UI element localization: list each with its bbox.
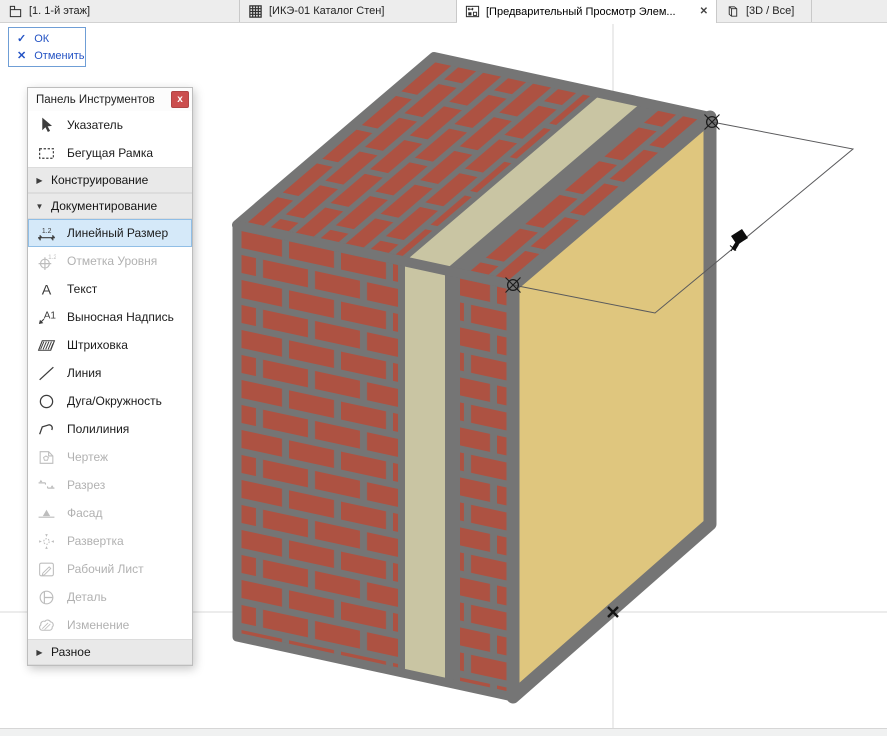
- tab-wall-catalog[interactable]: [ИКЭ-01 Каталог Стен]: [240, 0, 457, 22]
- pointer-icon: [37, 116, 56, 135]
- tool-item-interior-elevation: Развертка: [28, 527, 192, 555]
- polyline-icon: [37, 420, 56, 439]
- tab-label: [Предварительный Просмотр Элем...: [486, 5, 676, 18]
- section-misc[interactable]: ▶ Разное: [28, 639, 192, 665]
- tool-item-fill[interactable]: Штриховка: [28, 331, 192, 359]
- tool-item-label: Линия: [67, 366, 102, 380]
- tab-element-preview[interactable]: [Предварительный Просмотр Элем... ✕: [457, 0, 717, 23]
- tool-item-arc-circle[interactable]: Дуга/Окружность: [28, 387, 192, 415]
- chevron-right-icon: ▶: [36, 175, 43, 185]
- tool-item-elevation: Фасад: [28, 499, 192, 527]
- tool-item-detail: Деталь: [28, 583, 192, 611]
- section-marker-icon: [37, 476, 56, 495]
- chevron-down-icon: ▼: [35, 201, 44, 211]
- section-label: Конструирование: [51, 173, 149, 187]
- check-icon: ✓: [17, 33, 27, 45]
- 3d-view-icon: [725, 4, 740, 19]
- tab-label: [ИКЭ-01 Каталог Стен]: [269, 5, 385, 17]
- tab-label: [3D / Все]: [746, 5, 795, 17]
- section-design[interactable]: ▶ Конструирование: [28, 167, 192, 193]
- tool-item-label: Полилиния: [67, 422, 130, 436]
- window-bottom-strip: [0, 728, 887, 736]
- tab-label: [1. 1-й этаж]: [29, 5, 91, 17]
- application-window: [1. 1-й этаж] [ИКЭ-01 Каталог Стен] [Предв…: [0, 0, 887, 736]
- cancel-button[interactable]: ✕ Отменить: [9, 47, 85, 64]
- tool-item-label: Изменение: [67, 618, 130, 632]
- drawing-icon: [37, 448, 56, 467]
- section-label: Разное: [51, 645, 91, 659]
- section-documentation[interactable]: ▼ Документирование: [28, 193, 192, 219]
- preview-icon: [465, 4, 480, 19]
- tab-bar: [1. 1-й этаж] [ИКЭ-01 Каталог Стен] [Предв…: [0, 0, 887, 23]
- ok-label: ОК: [34, 32, 50, 45]
- detail-icon: [37, 588, 56, 607]
- tool-panel-title: Панель Инструментов: [36, 93, 155, 106]
- tab-3d-all[interactable]: [3D / Все]: [717, 0, 812, 22]
- dimension-point-icon: [704, 114, 720, 130]
- tool-item-label: Разрез: [67, 478, 106, 492]
- tool-item-change: Изменение: [28, 611, 192, 639]
- line-icon: [37, 364, 56, 383]
- text-icon: [37, 280, 56, 299]
- tool-item-label: Чертеж: [67, 450, 109, 464]
- tool-item-pointer[interactable]: Указатель: [28, 111, 192, 139]
- story-icon: [8, 4, 23, 19]
- linear-dimension-icon: [37, 224, 56, 243]
- dimension-point-icon: [505, 277, 521, 293]
- tool-item-label: Линейный Размер: [67, 226, 169, 240]
- tool-panel-list: Указатель Бегущая Рамка ▶ Конструирование ▼ Д…: [28, 111, 192, 665]
- hatch-icon: [37, 336, 56, 355]
- marquee-icon: [37, 144, 56, 163]
- wall-3d-preview[interactable]: [232, 52, 717, 704]
- circle-icon: [37, 392, 56, 411]
- tool-item-label: Дуга/Окружность: [67, 394, 162, 408]
- tool-item-polyline[interactable]: Полилиния: [28, 415, 192, 443]
- hammer-cursor-icon: [729, 229, 748, 252]
- tool-item-drawing: Чертеж: [28, 443, 192, 471]
- tool-item-label: Фасад: [67, 506, 103, 520]
- wall-end-face[interactable]: [237, 225, 513, 697]
- tool-item-section: Разрез: [28, 471, 192, 499]
- chevron-right-icon: ▶: [36, 647, 43, 657]
- cross-icon: ✕: [17, 50, 27, 62]
- tab-floor-plan[interactable]: [1. 1-й этаж]: [0, 0, 240, 22]
- tool-panel-header[interactable]: Панель Инструментов x: [28, 88, 192, 111]
- close-icon[interactable]: x: [171, 91, 189, 108]
- tool-item-label: Выносная Надпись: [67, 310, 174, 324]
- label-icon: [37, 308, 56, 327]
- schedule-grid-icon: [248, 4, 263, 19]
- section-label: Документирование: [51, 199, 158, 213]
- tool-item-label: Рабочий Лист: [67, 562, 144, 576]
- tool-item-label: Развертка: [67, 534, 124, 548]
- confirm-popup: ✓ ОК ✕ Отменить: [8, 27, 86, 67]
- elevation-marker-icon: [37, 504, 56, 523]
- tool-item-label: Штриховка: [67, 338, 128, 352]
- tool-item-linear-dimension[interactable]: Линейный Размер: [28, 219, 192, 247]
- tool-item-label: Деталь: [67, 590, 107, 604]
- tab-close-icon[interactable]: ✕: [694, 6, 708, 17]
- tool-item-label: Текст: [67, 282, 98, 296]
- tool-item-label: Бегущая Рамка: [67, 146, 154, 160]
- tool-item-line[interactable]: Линия: [28, 359, 192, 387]
- interior-elevation-icon: [37, 532, 56, 551]
- tool-panel: Панель Инструментов x Указатель Бегущая Р…: [27, 87, 193, 666]
- cancel-label: Отменить: [34, 49, 85, 62]
- tool-item-level-dimension: Отметка Уровня: [28, 247, 192, 275]
- tool-item-label: Отметка Уровня: [67, 254, 158, 268]
- worksheet-icon: [37, 560, 56, 579]
- tool-item-marquee[interactable]: Бегущая Рамка: [28, 139, 192, 167]
- change-cloud-icon: [37, 616, 56, 635]
- level-dimension-icon: [37, 252, 56, 271]
- tool-item-label[interactable]: Выносная Надпись: [28, 303, 192, 331]
- tool-item-label: Указатель: [67, 118, 123, 132]
- ok-button[interactable]: ✓ ОК: [9, 30, 85, 47]
- tool-item-text[interactable]: Текст: [28, 275, 192, 303]
- tool-item-worksheet: Рабочий Лист: [28, 555, 192, 583]
